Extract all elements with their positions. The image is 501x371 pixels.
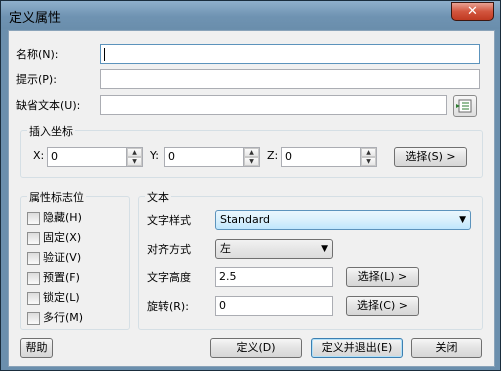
spin-down-icon[interactable]: ▼ xyxy=(361,157,376,166)
prompt-input[interactable] xyxy=(100,69,480,89)
y-spinner[interactable]: ▲ ▼ xyxy=(244,147,260,167)
multiline-checkbox[interactable]: 多行(M) xyxy=(27,309,83,325)
name-input[interactable] xyxy=(100,44,480,64)
rotation-input[interactable]: 0 xyxy=(215,296,333,316)
select-height-button[interactable]: 选择(L) > xyxy=(346,267,419,287)
checkbox-icon[interactable] xyxy=(27,231,40,245)
checkbox-icon[interactable] xyxy=(27,271,40,285)
text-style-value: Standard xyxy=(220,213,271,226)
verify-checkbox-label: 验证(V) xyxy=(43,251,82,264)
define-button[interactable]: 定义(D) xyxy=(210,338,302,358)
prompt-label: 提示(P): xyxy=(16,73,57,86)
spin-up-icon[interactable]: ▲ xyxy=(127,148,142,157)
insert-point-title: 插入坐标 xyxy=(27,123,75,139)
name-label: 名称(N): xyxy=(16,48,59,61)
help-button[interactable]: 帮助 xyxy=(20,338,53,358)
attribute-flags-group: 属性标志位 隐藏(H) 固定(X) 验证(V) 预置(F) 锁定(L) 多行(M… xyxy=(20,189,130,330)
spin-down-icon[interactable]: ▼ xyxy=(244,157,259,166)
spin-up-icon[interactable]: ▲ xyxy=(244,148,259,157)
checkbox-icon[interactable] xyxy=(27,311,40,325)
z-spinner[interactable]: ▲ ▼ xyxy=(361,147,377,167)
lock-checkbox[interactable]: 锁定(L) xyxy=(27,289,80,305)
hidden-checkbox-label: 隐藏(H) xyxy=(43,211,82,224)
checkbox-icon[interactable] xyxy=(27,251,40,265)
text-title: 文本 xyxy=(145,189,171,205)
y-label: Y: xyxy=(150,149,159,162)
alignment-value: 左 xyxy=(220,242,231,255)
z-label: Z: xyxy=(267,149,279,162)
preset-checkbox-label: 预置(F) xyxy=(43,271,80,284)
title-bar[interactable]: 定义属性 ✕ xyxy=(1,1,500,29)
text-height-label: 文字高度 xyxy=(147,271,191,284)
text-style-label: 文字样式 xyxy=(147,214,191,227)
text-height-input[interactable]: 2.5 xyxy=(215,267,333,287)
y-input[interactable]: 0 xyxy=(164,147,244,167)
x-spinner[interactable]: ▲ ▼ xyxy=(127,147,143,167)
x-input[interactable]: 0 xyxy=(47,147,127,167)
checkbox-icon[interactable] xyxy=(27,291,40,305)
dropdown-arrow-icon: ▼ xyxy=(321,244,328,254)
default-text-label: 缺省文本(U): xyxy=(16,99,81,112)
attribute-flags-title: 属性标志位 xyxy=(27,189,86,205)
rotation-label: 旋转(R): xyxy=(147,300,189,313)
alignment-label: 对齐方式 xyxy=(147,243,191,256)
select-rotation-button[interactable]: 选择(C) > xyxy=(346,296,419,316)
text-group: 文本 文字样式 Standard ▼ 对齐方式 左 ▼ 文字高度 2.5 选择(L)… xyxy=(138,189,483,330)
hidden-checkbox[interactable]: 隐藏(H) xyxy=(27,209,82,225)
define-and-exit-button[interactable]: 定义并退出(E) xyxy=(311,338,403,358)
dropdown-arrow-icon: ▼ xyxy=(459,215,466,225)
lock-checkbox-label: 锁定(L) xyxy=(43,291,80,304)
x-label: X: xyxy=(33,149,45,162)
spin-down-icon[interactable]: ▼ xyxy=(127,157,142,166)
window-title: 定义属性 xyxy=(9,11,62,26)
multiline-checkbox-label: 多行(M) xyxy=(43,311,84,324)
constant-checkbox[interactable]: 固定(X) xyxy=(27,229,81,245)
dialog-window: 定义属性 ✕ 名称(N): 提示(P): 缺省文本(U): 插入坐标 X: 0 … xyxy=(0,0,501,371)
default-text-input[interactable] xyxy=(100,95,447,115)
insert-field-button[interactable] xyxy=(453,95,477,117)
spin-up-icon[interactable]: ▲ xyxy=(361,148,376,157)
alignment-select[interactable]: 左 ▼ xyxy=(215,239,333,259)
text-caret xyxy=(104,47,105,61)
close-window-button[interactable]: ✕ xyxy=(451,2,494,21)
close-button[interactable]: 关闭 xyxy=(411,338,482,358)
field-icon xyxy=(456,99,472,113)
text-style-select[interactable]: Standard ▼ xyxy=(215,210,471,230)
preset-checkbox[interactable]: 预置(F) xyxy=(27,269,80,285)
verify-checkbox[interactable]: 验证(V) xyxy=(27,249,81,265)
z-input[interactable]: 0 xyxy=(281,147,361,167)
insert-point-group: 插入坐标 X: 0 ▲ ▼ Y: 0 ▲ ▼ Z: 0 ▲ ▼ 选择(S) > xyxy=(20,123,483,178)
constant-checkbox-label: 固定(X) xyxy=(43,231,82,244)
dialog-body: 名称(N): 提示(P): 缺省文本(U): 插入坐标 X: 0 ▲ ▼ Y: 0… xyxy=(8,30,495,367)
select-point-button[interactable]: 选择(S) > xyxy=(394,147,467,167)
checkbox-icon[interactable] xyxy=(27,211,40,225)
